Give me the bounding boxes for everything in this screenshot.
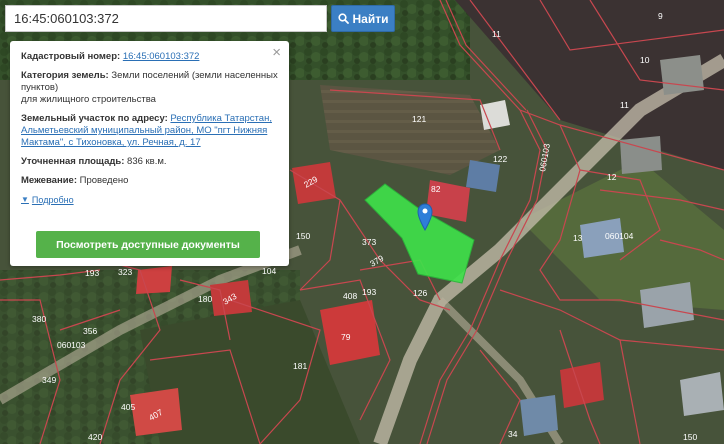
survey-row: Межевание: Проведено (21, 175, 278, 187)
search-button[interactable]: Найти (331, 5, 395, 32)
label-n82: 82 (431, 184, 441, 194)
label-n122: 122 (493, 154, 507, 164)
label-n180: 180 (198, 294, 212, 304)
caret-down-icon: ▼ (21, 195, 29, 204)
category-row: Категория земель: Земли поселений (земли… (21, 70, 278, 106)
label-n126: 126 (413, 288, 427, 298)
label-n150: 150 (296, 231, 310, 241)
label-n373: 373 (362, 237, 376, 247)
label-n349: 349 (42, 375, 56, 385)
label-n181: 181 (293, 361, 307, 371)
details-toggle-label: Подробно (31, 195, 74, 205)
label-n104: 104 (262, 266, 276, 276)
search-bar (5, 5, 327, 32)
address-row: Земельный участок по адресу: Республика … (21, 113, 278, 149)
label-n193b: 193 (85, 268, 99, 278)
category-label: Категория земель: (21, 70, 109, 81)
survey-value: Проведено (79, 175, 129, 186)
label-n34: 34 (508, 429, 518, 439)
close-icon[interactable]: × (272, 45, 281, 60)
details-toggle[interactable]: ▼ Подробно (21, 194, 74, 206)
label-n11b: 11 (620, 100, 629, 110)
label-n405: 405 (121, 402, 135, 412)
area-row: Уточненная площадь: 836 кв.м. (21, 156, 278, 168)
label-n12: 12 (607, 172, 617, 182)
search-input[interactable] (6, 6, 326, 31)
search-icon (337, 13, 349, 24)
label-n150b: 150 (683, 432, 697, 442)
survey-label: Межевание: (21, 175, 77, 186)
search-button-label: Найти (352, 11, 389, 26)
cadastral-link[interactable]: 16:45:060103:372 (123, 51, 200, 62)
cadastral-row: Кадастровый номер: 16:45:060103:372 (21, 51, 278, 63)
label-n10: 10 (640, 55, 650, 65)
address-label: Земельный участок по адресу: (21, 113, 168, 124)
label-block-060104: 060104 (605, 231, 634, 241)
label-n323: 323 (118, 267, 132, 277)
label-n13: 13 (573, 233, 583, 243)
label-n79: 79 (341, 332, 351, 342)
label-block-060103: 060103 (57, 340, 86, 350)
label-n121: 121 (412, 114, 426, 124)
label-n420: 420 (88, 432, 102, 442)
label-n408: 408 (343, 291, 357, 301)
label-n9: 9 (658, 11, 663, 21)
area-value: 836 кв.м. (127, 156, 167, 167)
label-n356: 356 (83, 326, 97, 336)
label-n380: 380 (32, 314, 46, 324)
area-label: Уточненная площадь: (21, 156, 125, 167)
view-documents-button[interactable]: Посмотреть доступные документы (36, 231, 260, 258)
parcel-info-card: × Кадастровый номер: 16:45:060103:372 Ка… (10, 41, 289, 266)
label-n193: 193 (362, 287, 376, 297)
category-value-2: для жилищного строительства (21, 94, 156, 105)
cadastral-label: Кадастровый номер: (21, 51, 121, 62)
label-n11a: 11 (492, 29, 501, 39)
